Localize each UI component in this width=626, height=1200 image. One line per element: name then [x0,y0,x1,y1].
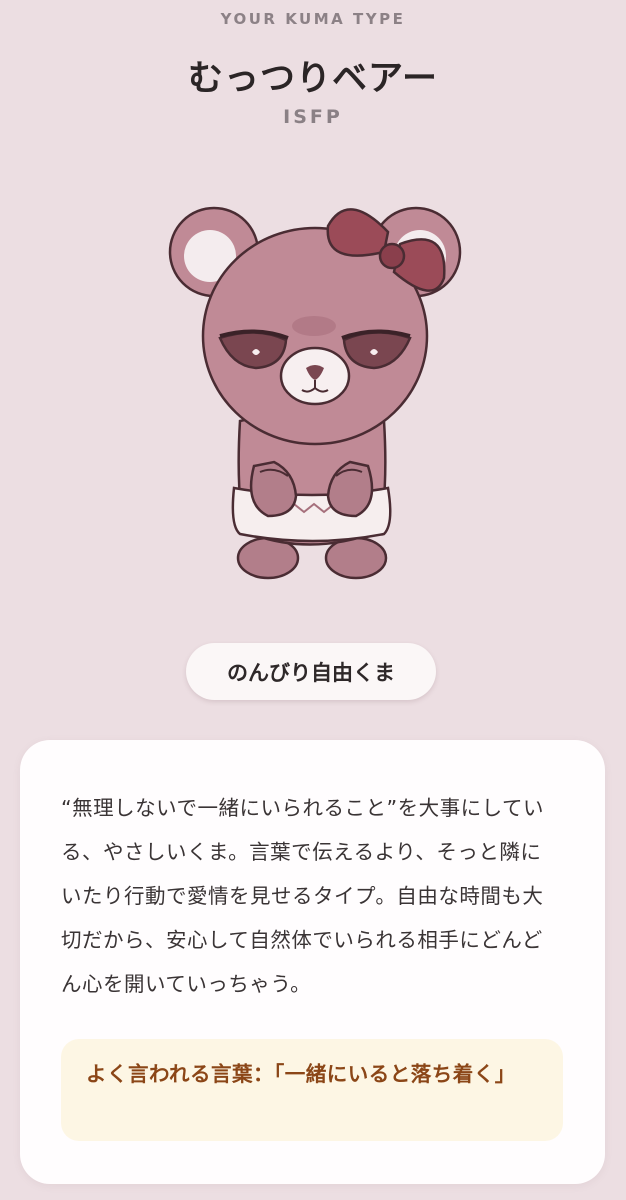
type-title: むっつりベアー [188,59,438,99]
quote-text: よく言われる言葉：「一緒にいると落ち着く」 [86,1062,516,1086]
bear-illustration [148,186,478,586]
type-eyebrow: YOUR KUMA TYPE [220,10,406,28]
personality-tag: のんびり自由くま [186,643,436,700]
bear-muzzle [279,346,351,406]
description-text: “無理しないで一緒にいられること”を大事にしている、やさしいくま。言葉で伝えるよ… [61,796,545,996]
personality-tag-label: のんびり自由くま [227,660,395,685]
mbti-label: ISFP [283,106,343,128]
